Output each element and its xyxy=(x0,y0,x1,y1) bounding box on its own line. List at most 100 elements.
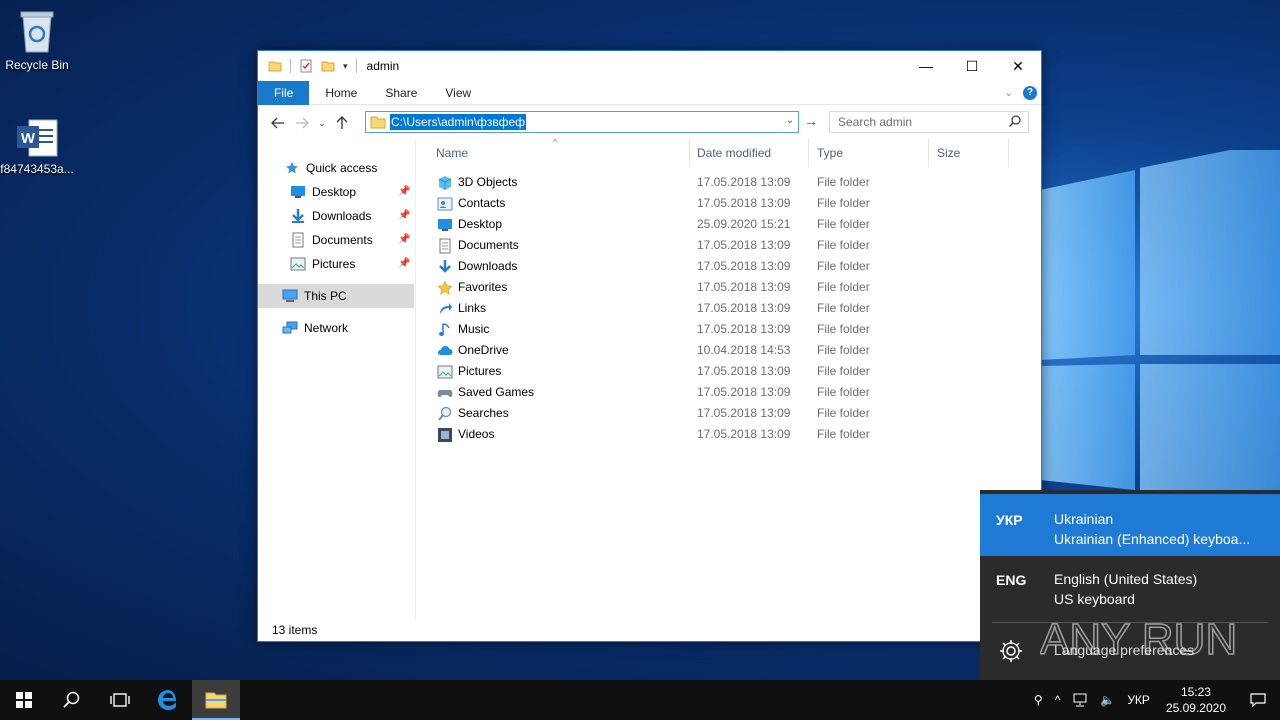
saved-games-icon xyxy=(436,386,454,400)
column-header-size[interactable]: Size xyxy=(929,139,1009,167)
column-header-type[interactable]: Type xyxy=(809,139,929,167)
properties-icon[interactable] xyxy=(299,59,313,73)
action-center-button[interactable] xyxy=(1236,680,1280,720)
recent-locations-button[interactable]: ⌄ xyxy=(314,111,330,135)
nav-item-desktop[interactable]: Desktop xyxy=(290,180,356,204)
help-icon[interactable]: ? xyxy=(1023,86,1037,100)
file-name-cell: Saved Games xyxy=(436,382,534,403)
search-input[interactable]: Search admin xyxy=(829,111,1029,133)
file-name: Links xyxy=(458,301,487,315)
pin-icon: 📌 xyxy=(398,234,411,245)
downloads-icon xyxy=(436,259,454,275)
desktop-icon-word-document[interactable]: W f84743453a... xyxy=(0,118,74,176)
column-header-name[interactable]: Name xyxy=(428,139,690,167)
file-row[interactable]: Desktop 25.09.2020 15:21 File folder xyxy=(428,214,1028,235)
file-type: File folder xyxy=(817,385,870,399)
close-button[interactable]: ✕ xyxy=(995,51,1041,81)
file-type: File folder xyxy=(817,322,870,336)
title-bar[interactable]: ▾ admin — ☐ ✕ xyxy=(258,51,1041,81)
input-language-indicator[interactable]: УКР xyxy=(1121,680,1156,720)
file-row[interactable]: Downloads 17.05.2018 13:09 File folder xyxy=(428,256,1028,277)
file-row[interactable]: Searches 17.05.2018 13:09 File folder xyxy=(428,403,1028,424)
language-name: Ukrainian xyxy=(1054,511,1114,527)
file-name-cell: Searches xyxy=(436,403,509,424)
column-header-date-modified[interactable]: Date modified xyxy=(689,139,809,167)
quick-access-toolbar: ▾ xyxy=(258,51,357,81)
volume-button[interactable]: 🔈 xyxy=(1094,680,1121,720)
file-row[interactable]: Links 17.05.2018 13:09 File folder xyxy=(428,298,1028,319)
people-button[interactable]: ⚲ xyxy=(1028,680,1049,720)
language-option-ukrainian[interactable]: УКР Ukrainian Ukrainian (Enhanced) keybo… xyxy=(980,494,1280,556)
customize-toolbar-icon[interactable]: ▾ xyxy=(343,61,348,72)
nav-item-label: Quick access xyxy=(306,161,378,175)
star-icon xyxy=(284,160,300,176)
nav-item-downloads[interactable]: Downloads xyxy=(290,204,371,228)
language-code: ENG xyxy=(996,572,1027,588)
task-view-button[interactable] xyxy=(96,680,144,720)
back-button[interactable] xyxy=(266,111,290,135)
file-row[interactable]: OneDrive 10.04.2018 14:53 File folder xyxy=(428,340,1028,361)
nav-item-pictures[interactable]: Pictures xyxy=(290,252,355,276)
tab-share[interactable]: Share xyxy=(371,81,431,105)
new-folder-icon[interactable] xyxy=(321,59,335,73)
file-type: File folder xyxy=(817,238,870,252)
language-code: УКР xyxy=(996,512,1023,528)
nav-item-network[interactable]: Network xyxy=(282,316,348,340)
search-button[interactable] xyxy=(48,680,96,720)
nav-item-documents[interactable]: Documents xyxy=(290,228,373,252)
file-row[interactable]: Pictures 17.05.2018 13:09 File folder xyxy=(428,361,1028,382)
file-row[interactable]: Music 17.05.2018 13:09 File folder xyxy=(428,319,1028,340)
edge-button[interactable] xyxy=(144,680,192,720)
up-button[interactable] xyxy=(330,111,354,135)
file-name-cell: Downloads xyxy=(436,256,517,277)
file-name: Contacts xyxy=(458,196,506,210)
network-icon xyxy=(282,320,298,336)
address-bar[interactable]: C:\Users\admin\фзвфеф ⌄ xyxy=(365,111,799,133)
address-path[interactable]: C:\Users\admin\фзвфеф xyxy=(390,114,527,130)
desktop-icon-label: f84743453a... xyxy=(0,162,74,176)
maximize-button[interactable]: ☐ xyxy=(949,51,995,81)
keyboard-layout: US keyboard xyxy=(1054,591,1135,607)
start-button[interactable] xyxy=(0,680,48,720)
file-row[interactable]: Contacts 17.05.2018 13:09 File folder xyxy=(428,193,1028,214)
file-name: Saved Games xyxy=(458,385,535,399)
clock-time: 15:23 xyxy=(1180,685,1211,699)
tab-home[interactable]: Home xyxy=(311,81,371,105)
file-name-cell: Links xyxy=(436,298,486,319)
file-type: File folder xyxy=(817,175,870,189)
tab-file[interactable]: File xyxy=(258,80,310,105)
file-row[interactable]: Documents 17.05.2018 13:09 File folder xyxy=(428,235,1028,256)
file-name: OneDrive xyxy=(458,343,509,357)
expand-ribbon-icon[interactable]: ⌄ xyxy=(1005,88,1013,99)
desktop-icon-label: Recycle Bin xyxy=(5,58,69,72)
file-row[interactable]: 3D Objects 17.05.2018 13:09 File folder xyxy=(428,172,1028,193)
file-date-modified: 17.05.2018 13:09 xyxy=(697,238,791,252)
language-option-english[interactable]: ENG English (United States) US keyboard xyxy=(980,554,1280,616)
clock-date: 25.09.2020 xyxy=(1165,701,1226,715)
go-button[interactable]: → xyxy=(802,113,820,131)
desktop-icon-recycle-bin[interactable]: Recycle Bin xyxy=(0,8,74,72)
show-hidden-icons-button[interactable]: ^ xyxy=(1049,680,1067,720)
network-tray-button[interactable] xyxy=(1066,680,1094,720)
clock[interactable]: 15:23 25.09.2020 xyxy=(1156,684,1236,716)
file-row[interactable]: Favorites 17.05.2018 13:09 File folder xyxy=(428,277,1028,298)
nav-item-quick-access[interactable]: Quick access xyxy=(284,156,377,180)
chevron-down-icon[interactable]: ⌄ xyxy=(786,115,794,126)
file-name: 3D Objects xyxy=(458,175,518,189)
contacts-icon xyxy=(436,197,454,211)
anyrun-watermark-logo: ANY RUN xyxy=(1040,614,1238,665)
file-name: Documents xyxy=(458,238,519,252)
file-name-cell: Desktop xyxy=(436,214,502,235)
file-explorer-taskbar-button[interactable] xyxy=(192,680,240,720)
file-type: File folder xyxy=(817,301,870,315)
forward-button[interactable] xyxy=(290,111,314,135)
caption-buttons: — ☐ ✕ xyxy=(903,51,1041,81)
task-view-icon xyxy=(110,693,130,707)
file-row[interactable]: Videos 17.05.2018 13:09 File folder xyxy=(428,424,1028,445)
status-bar: 13 items xyxy=(272,623,318,637)
file-row[interactable]: Saved Games 17.05.2018 13:09 File folder xyxy=(428,382,1028,403)
nav-item-this-pc[interactable]: This PC xyxy=(282,284,347,308)
downloads-icon xyxy=(290,208,306,224)
minimize-button[interactable]: — xyxy=(903,51,949,81)
tab-view[interactable]: View xyxy=(431,81,485,105)
